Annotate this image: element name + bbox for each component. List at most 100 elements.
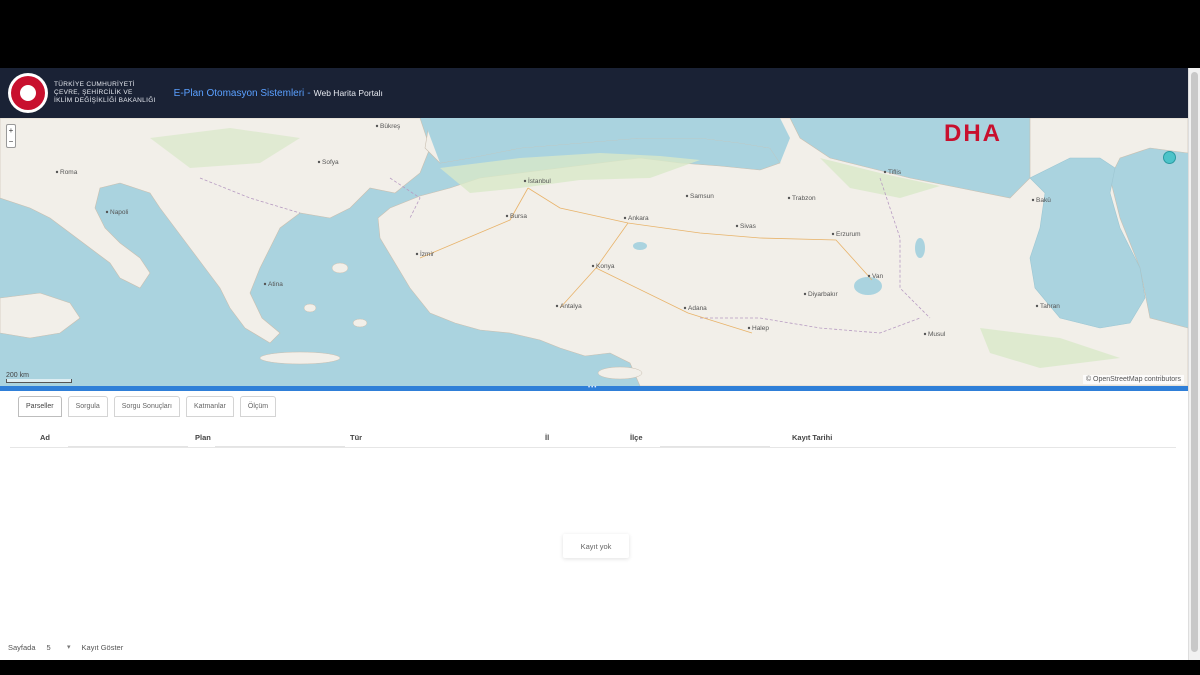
island [352,318,368,328]
place-label: Erzurum [836,231,861,238]
column-header-il[interactable]: İl [545,433,549,442]
place-marker [55,170,59,174]
place-marker [747,326,751,330]
lake-urmia [915,238,925,258]
map-view[interactable]: İstanbul Ankara İzmir Konya Antalya Adana Sams… [0,118,1188,386]
column-underline [68,446,188,447]
chevron-down-icon: ▾ [67,644,71,651]
place-marker [375,124,379,128]
place-marker [867,274,871,278]
page-size-value: 5 [46,642,51,652]
place-marker [735,224,739,228]
map-scale: 200 km [6,372,72,383]
place-label: Antalya [560,303,582,310]
place-label: Trabzon [792,195,816,202]
place-label: Konya [596,263,615,270]
scale-bar [6,379,72,383]
land-sicily [0,292,81,339]
map-attribution[interactable]: © OpenStreetMap contributors [1082,375,1184,384]
scale-label: 200 km [6,372,29,379]
place-label: Bükreş [380,123,401,130]
page-subtitle: Web Harita Portalı [313,88,383,98]
tab-katmanlar[interactable]: Katmanlar [185,396,234,417]
place-marker [523,179,527,183]
place-label: Diyarbakır [808,291,838,298]
top-header: TÜRKİYE CUMHURİYETİ ÇEVRE, ŞEHİRCİLİK VE… [0,68,1188,118]
tab-olcum[interactable]: Ölçüm [239,396,277,417]
tab-parseller[interactable]: Parseller [18,396,62,417]
place-marker [803,292,807,296]
place-label: Adana [688,305,707,312]
column-header-kayit-tarihi[interactable]: Kayıt Tarihi [792,433,832,442]
place-marker [591,264,595,268]
column-underline [215,446,345,447]
island-crete [259,351,341,365]
place-marker [555,304,559,308]
place-label: Atina [268,281,283,288]
ministry-logo[interactable] [8,73,48,113]
column-header-ilce[interactable]: İlçe [630,433,643,442]
place-label: Roma [60,169,78,176]
place-label: Tahran [1040,303,1060,310]
place-label: Bursa [510,213,527,220]
lake-tuz [633,242,647,250]
place-marker [1031,198,1035,202]
scrollbar-thumb[interactable] [1191,72,1198,652]
place-label: Musul [928,331,946,338]
video-frame: TÜRKİYE CUMHURİYETİ ÇEVRE, ŞEHİRCİLİK VE… [0,0,1200,675]
title-separator: - [307,87,311,99]
column-header-tur[interactable]: Tür [350,433,362,442]
column-header-ad[interactable]: Ad [40,433,50,442]
place-label: Ankara [628,215,649,222]
column-underline [660,446,770,447]
table-header-row: Ad Plan Tür İl İlçe Kayıt Tarihi [10,428,1176,448]
tab-sorgula[interactable]: Sorgula [67,396,108,417]
place-label: Sofya [322,159,339,166]
place-marker [1035,304,1039,308]
tab-sorgu-sonuclari[interactable]: Sorgu Sonuçları [113,396,180,417]
place-marker [105,210,109,214]
place-marker [923,332,927,336]
dha-watermark: DHA [944,120,1002,147]
result-tabs: Parseller Sorgula Sorgu Sonuçları Katman… [18,396,277,417]
place-label: Tiflis [888,169,902,176]
island [331,262,349,274]
vertical-scrollbar[interactable] [1188,68,1200,660]
ministry-emblem-core [17,82,39,104]
place-marker [685,194,689,198]
ministry-line-2: ÇEVRE, ŞEHİRCİLİK VE [54,89,133,96]
place-marker [623,216,627,220]
place-marker [263,282,267,286]
panel-resize-divider[interactable]: ••• [0,385,1188,391]
aral-area [1124,156,1156,176]
zoom-control[interactable]: + − [6,124,16,148]
ministry-name: TÜRKİYE CUMHURİYETİ ÇEVRE, ŞEHİRCİLİK VE… [54,81,156,105]
ministry-line-1: TÜRKİYE CUMHURİYETİ [54,81,135,88]
zoom-out-button[interactable]: − [7,136,15,147]
map-basemap: İstanbul Ankara İzmir Konya Antalya Adana Sams… [0,118,1188,386]
island [303,303,317,313]
place-marker [787,196,791,200]
column-header-plan[interactable]: Plan [195,433,211,442]
place-marker [831,232,835,236]
pagination-bar: Sayfada 5 ▾ Kayıt Göster [8,640,123,654]
place-label: İzmir [420,249,435,258]
place-marker [317,160,321,164]
page-size-suffix: Kayıt Göster [81,642,124,652]
place-label: Bakü [1036,197,1051,204]
page-size-prefix: Sayfada [8,642,36,652]
place-marker [415,252,419,256]
place-label: Napoli [110,209,128,216]
place-label: İstanbul [528,176,551,185]
browser-viewport: TÜRKİYE CUMHURİYETİ ÇEVRE, ŞEHİRCİLİK VE… [0,68,1188,660]
place-marker [683,306,687,310]
place-label: Halep [752,325,769,332]
page-size-select[interactable]: 5 ▾ [44,640,74,654]
app-title-link[interactable]: E-Plan Otomasyon Sistemleri [174,88,305,99]
empty-table-message: Kayıt yok [563,534,629,558]
place-label: Van [872,273,883,280]
place-label: Sivas [740,223,757,230]
location-marker-icon[interactable] [1163,151,1176,164]
zoom-in-button[interactable]: + [7,125,15,136]
place-label: Samsun [690,193,714,200]
